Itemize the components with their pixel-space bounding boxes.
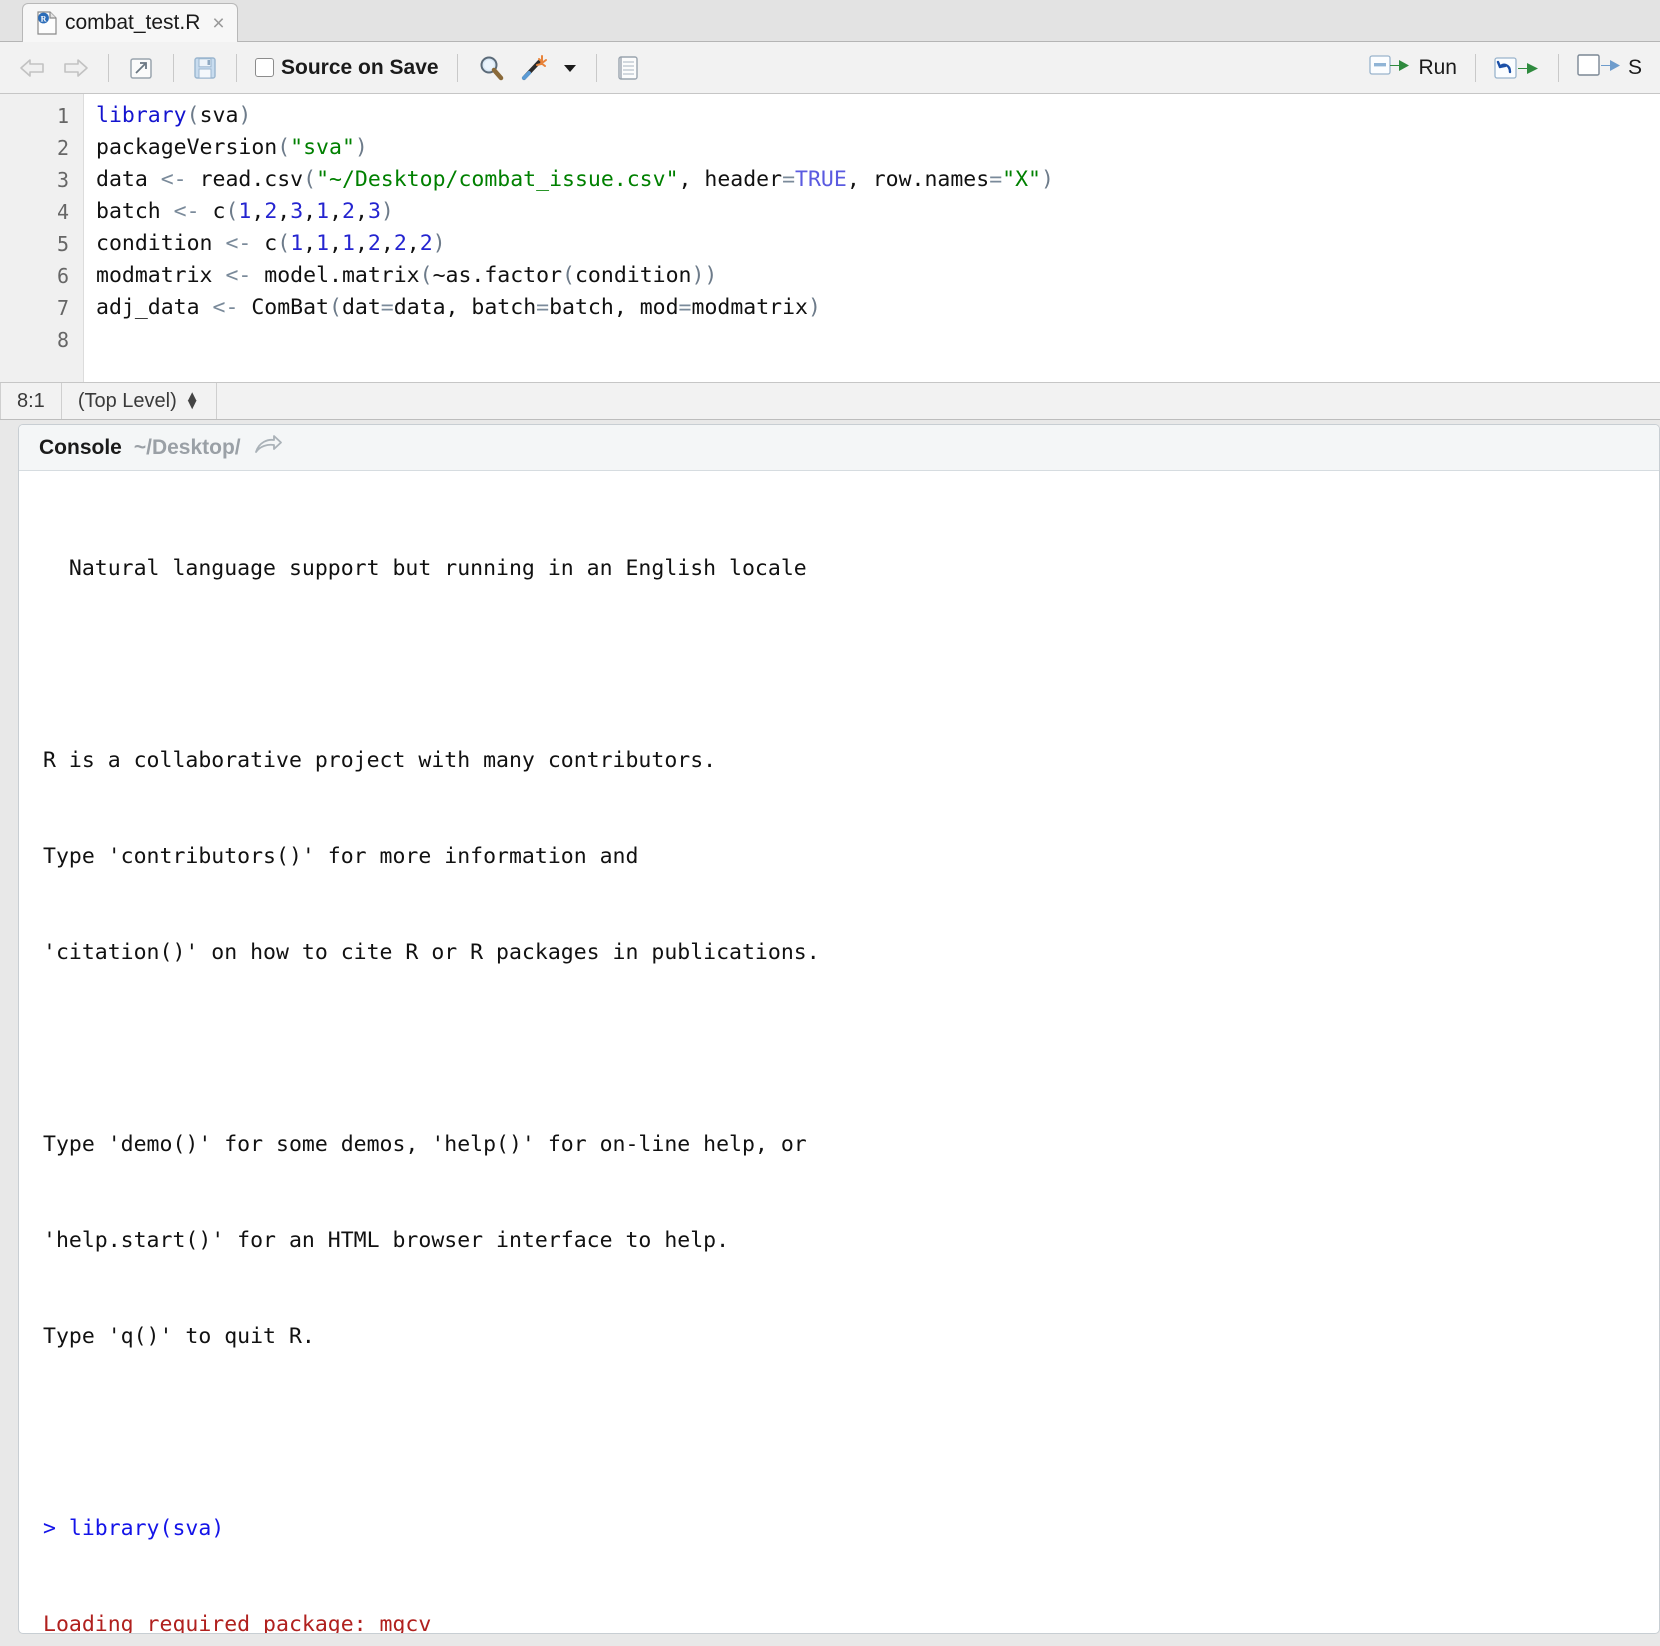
console-popout-icon[interactable]	[253, 433, 283, 462]
line-number: 8	[56, 328, 69, 352]
console-line: R is a collaborative project with many c…	[43, 748, 717, 773]
code-line: condition <- c(1,1,1,2,2,2)	[96, 231, 446, 256]
editor-statusbar: 8:1 (Top Level) ▲ ▼	[0, 382, 1660, 420]
line-number-gutter: 1 2 3 4 5 6 7 8	[0, 94, 84, 382]
console-pane: Console ~/Desktop/ Natural language supp…	[18, 424, 1660, 1634]
scope-label: (Top Level)	[77, 389, 177, 412]
console-output[interactable]: Natural language support but running in …	[19, 471, 1659, 1633]
close-icon[interactable]: ×	[212, 13, 224, 34]
back-arrow-icon[interactable]	[12, 53, 54, 83]
save-icon[interactable]	[186, 52, 224, 84]
code-line: modmatrix <- model.matrix(~as.factor(con…	[96, 263, 718, 288]
console-line: Type 'demo()' for some demos, 'help()' f…	[43, 1132, 807, 1157]
show-in-new-window-icon[interactable]	[121, 52, 161, 84]
cursor-position: 8:1	[17, 389, 45, 412]
line-number: 1	[56, 104, 69, 128]
toolbar-divider	[1557, 53, 1559, 82]
magnifier-icon[interactable]	[470, 50, 512, 86]
scope-selector[interactable]: (Top Level) ▲ ▼	[62, 383, 216, 419]
console-line: 'citation()' on how to cite R or R packa…	[43, 940, 820, 965]
code-line: library(sva)	[96, 103, 252, 128]
console-line: Loading required package: mgcv	[43, 1612, 432, 1633]
source-pane: R combat_test.R × Source on Save Run S 1…	[0, 0, 1660, 420]
line-number: 3	[56, 168, 69, 192]
source-icon	[1577, 52, 1621, 83]
console-line: Type 'q()' to quit R.	[43, 1324, 315, 1349]
svg-text:R: R	[41, 14, 47, 23]
toolbar-divider	[595, 53, 597, 82]
line-number: 6	[56, 264, 69, 288]
code-editor[interactable]: 1 2 3 4 5 6 7 8 library(sva) packageVers…	[0, 94, 1660, 382]
nav-buttons	[12, 42, 96, 93]
compile-report-icon[interactable]	[609, 51, 647, 85]
editor-tabstrip: R combat_test.R ×	[0, 0, 1660, 42]
rstudio-window: R combat_test.R × Source on Save Run S 1…	[0, 0, 1660, 1646]
code-line: packageVersion("sva")	[96, 135, 368, 160]
rerun-previous-icon[interactable]	[1488, 52, 1546, 84]
code-line: batch <- c(1,2,3,1,2,3)	[96, 199, 394, 224]
forward-arrow-icon[interactable]	[54, 53, 96, 83]
line-number: 5	[56, 232, 69, 256]
code-line: data <- read.csv("~/Desktop/combat_issue…	[96, 167, 1054, 192]
run-button[interactable]: Run	[1363, 49, 1463, 86]
line-number: 7	[56, 296, 69, 320]
line-number: 4	[56, 200, 69, 224]
statusbar-divider	[215, 383, 217, 419]
console-title: Console	[39, 435, 122, 459]
toolbar-divider	[108, 53, 109, 82]
code-tools-wand-icon[interactable]	[512, 50, 556, 86]
editor-tab-combat-test[interactable]: R combat_test.R ×	[22, 3, 238, 42]
source-button[interactable]: S	[1571, 49, 1648, 86]
chevron-down-icon[interactable]	[556, 59, 584, 77]
toolbar-divider	[173, 53, 174, 82]
console-line: Type 'contributors()' for more informati…	[43, 844, 639, 869]
line-number: 2	[56, 136, 69, 160]
source-on-save-checkbox[interactable]: Source on Save	[249, 53, 445, 83]
code-lines[interactable]: library(sva) packageVersion("sva") data …	[84, 94, 1660, 382]
run-line-icon	[1369, 52, 1411, 83]
editor-tab-label: combat_test.R	[65, 11, 201, 34]
run-label: Run	[1418, 55, 1457, 79]
editor-toolbar: Source on Save Run S	[0, 42, 1660, 94]
toolbar-divider	[236, 53, 237, 82]
console-line: Natural language support but running in …	[43, 556, 807, 581]
r-file-icon: R	[37, 11, 57, 35]
console-working-directory[interactable]: ~/Desktop/	[134, 436, 241, 460]
toolbar-divider	[1474, 53, 1476, 82]
checkbox-box	[255, 58, 274, 77]
console-header: Console ~/Desktop/	[19, 425, 1659, 471]
code-line: adj_data <- ComBat(dat=data, batch=batch…	[96, 295, 821, 320]
console-command-line: > library(sva)	[43, 1516, 225, 1541]
console-line: 'help.start()' for an HTML browser inter…	[43, 1228, 730, 1253]
source-label: S	[1627, 55, 1642, 79]
up-down-chevron-icon: ▲ ▼	[184, 387, 200, 413]
toolbar-divider	[456, 53, 458, 82]
source-on-save-label: Source on Save	[281, 55, 439, 79]
